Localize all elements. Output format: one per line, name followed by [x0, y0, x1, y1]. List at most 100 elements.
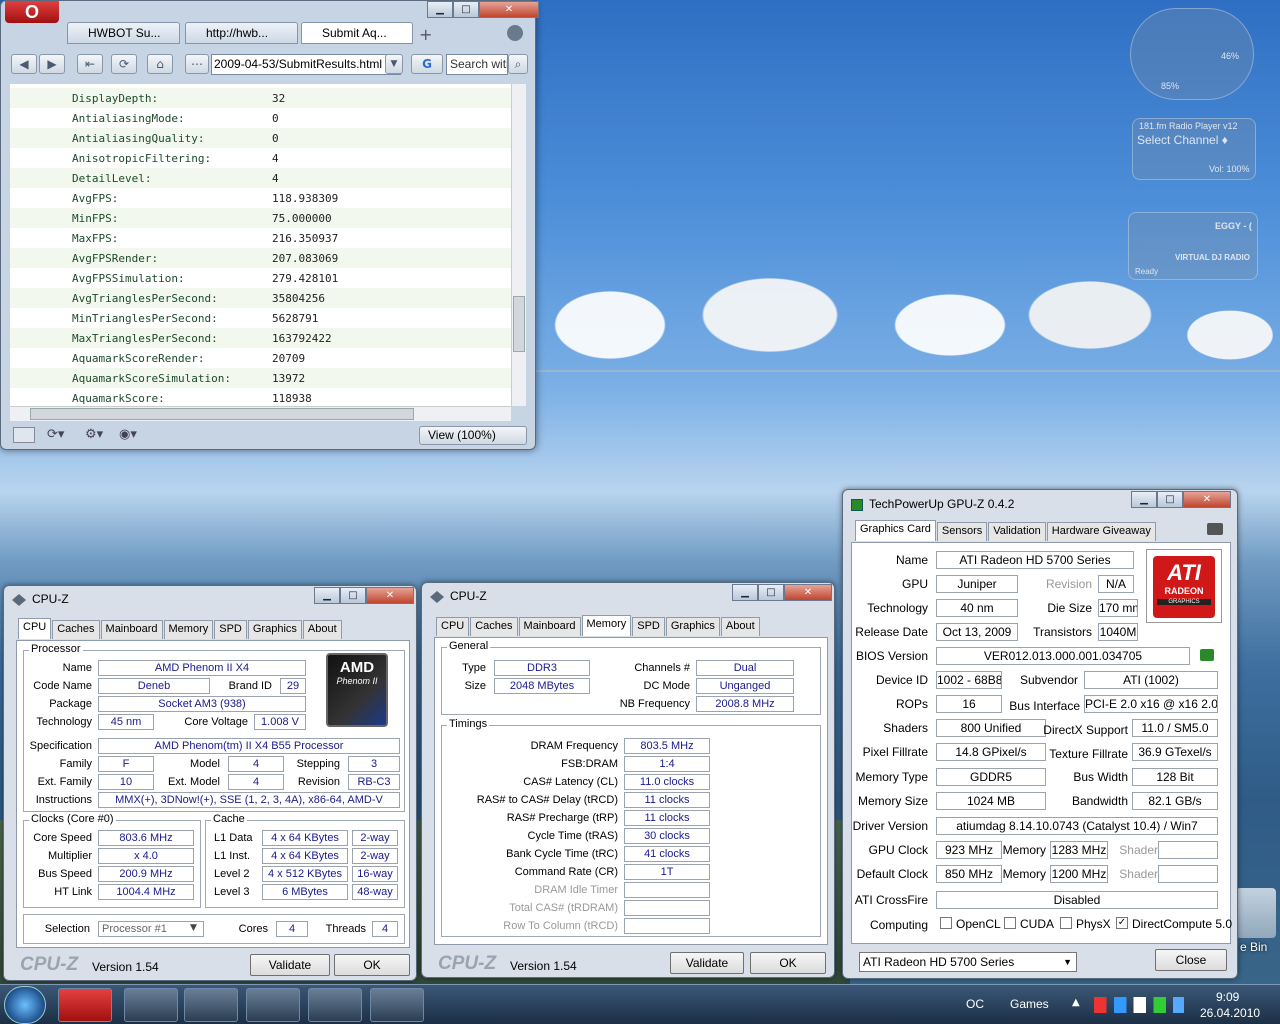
taskbar-kmplayer[interactable]	[124, 988, 178, 1022]
tray-icons[interactable]	[1094, 997, 1184, 1013]
maximize-button[interactable]: □	[453, 1, 479, 18]
chevron-down-icon[interactable]: ▼	[190, 923, 197, 933]
tab-spd[interactable]: SPD	[632, 617, 665, 636]
technology-value: 40 nm	[936, 599, 1018, 617]
close-button[interactable]: ✕	[366, 587, 414, 604]
taskbar-cpuz[interactable]	[308, 988, 362, 1022]
processor-select[interactable]: Processor #1	[98, 921, 204, 937]
scroll-thumb[interactable]	[513, 296, 525, 352]
close-button[interactable]: ✕	[479, 1, 539, 18]
unite-icon[interactable]: ⚙▾	[85, 427, 103, 442]
maximize-button[interactable]: □	[1157, 491, 1183, 508]
tab-hwbot-url[interactable]: http://hwb...	[185, 22, 298, 44]
taskbar-opera[interactable]	[58, 988, 112, 1022]
chevron-down-icon[interactable]: ▼	[1063, 953, 1072, 971]
trash-icon[interactable]	[507, 25, 523, 41]
clock-date[interactable]: 26.04.2010	[1200, 1006, 1260, 1020]
start-button[interactable]	[4, 986, 46, 1024]
tab-hardware-giveaway[interactable]: Hardware Giveaway	[1046, 522, 1156, 541]
tray-expand-icon[interactable]: ▲	[1072, 997, 1080, 1008]
minimize-button[interactable]: ▁	[314, 587, 340, 604]
validate-button[interactable]: Validate	[250, 954, 330, 976]
tab-graphics[interactable]: Graphics	[665, 617, 720, 636]
minimize-button[interactable]: ▁	[732, 584, 758, 601]
minimize-button[interactable]: ▁	[1131, 491, 1157, 508]
address-dropdown-icon[interactable]: ▼	[385, 54, 403, 74]
tab-spd[interactable]: SPD	[214, 620, 247, 639]
toolbar-oc[interactable]: OC	[966, 997, 984, 1011]
opera-menu-button[interactable]: O	[5, 1, 59, 23]
hscroll-thumb[interactable]	[30, 408, 414, 420]
maximize-button[interactable]: □	[758, 584, 784, 601]
cpuz-brand: CPU-Z	[438, 953, 497, 974]
toolbar-games[interactable]: Games	[1010, 997, 1049, 1011]
validate-button[interactable]: Validate	[670, 952, 744, 974]
radio-channel-select[interactable]: Select Channel ♦	[1137, 133, 1228, 147]
taskbar-amd-app[interactable]	[246, 988, 300, 1022]
transistors-value: 1040M	[1098, 623, 1138, 641]
taskbar-media[interactable]	[184, 988, 238, 1022]
tab-memory[interactable]: Memory	[581, 615, 632, 636]
rewind-icon[interactable]: ⇤	[77, 54, 103, 74]
reload-icon[interactable]: ⟳	[111, 54, 137, 74]
tab-validation[interactable]: Validation	[988, 522, 1046, 541]
technology-label: Technology	[867, 601, 928, 615]
directcompute-checkbox[interactable]: ✓	[1116, 917, 1128, 929]
logo-subtext: Phenom II	[336, 676, 378, 686]
horizontal-scrollbar[interactable]	[10, 406, 511, 421]
search-input[interactable]: Search with	[446, 54, 508, 75]
clock-time[interactable]: 9:09	[1216, 990, 1239, 1004]
sync-icon[interactable]: ⟳▾	[47, 427, 64, 442]
ok-button[interactable]: OK	[334, 954, 410, 976]
search-engine-icon[interactable]: G	[411, 54, 443, 74]
tab-caches[interactable]: Caches	[52, 620, 100, 639]
processor-group: Processor Name AMD Phenom II X4 Code Nam…	[23, 643, 405, 812]
tab-graphics[interactable]: Graphics	[247, 620, 302, 639]
tab-caches[interactable]: Caches	[470, 617, 518, 636]
virtualdj-gadget[interactable]: EGGY - ( VIRTUAL DJ RADIO Ready	[1128, 212, 1258, 280]
cpu-meter-gadget[interactable]: 85% 46%	[1130, 8, 1254, 100]
search-icon[interactable]: ⌕	[508, 54, 528, 74]
gpuz-window: TechPowerUp GPU-Z 0.4.2 ▁ □ ✕ Graphics C…	[842, 489, 1238, 979]
close-button[interactable]: Close	[1155, 949, 1227, 971]
tab-graphics-card[interactable]: Graphics Card	[855, 520, 936, 541]
tab-mainboard[interactable]: Mainboard	[518, 617, 581, 636]
multiplier-label: Multiplier	[47, 850, 92, 862]
physx-checkbox[interactable]	[1060, 917, 1072, 929]
opencl-checkbox[interactable]	[940, 917, 952, 929]
site-info-icon[interactable]: ⋯	[185, 54, 209, 74]
close-button[interactable]: ✕	[1183, 491, 1231, 508]
back-icon[interactable]: ◀	[11, 54, 37, 74]
timing-value	[624, 900, 710, 916]
tab-cpu[interactable]: CPU	[18, 618, 52, 639]
bios-save-icon[interactable]	[1200, 649, 1214, 661]
tab-cpu[interactable]: CPU	[436, 617, 470, 636]
home-icon[interactable]: ⌂	[147, 54, 173, 74]
vertical-scrollbar[interactable]	[511, 84, 526, 406]
tab-memory[interactable]: Memory	[163, 620, 214, 639]
zoom-button[interactable]: View (100%)	[419, 426, 527, 445]
result-value: 20709	[272, 352, 306, 365]
tab-sensors[interactable]: Sensors	[936, 522, 988, 541]
tab-about[interactable]: About	[720, 617, 760, 636]
turbo-icon[interactable]: ◉▾	[119, 427, 137, 442]
new-tab-icon[interactable]: +	[419, 25, 432, 44]
gpu-select[interactable]: ATI Radeon HD 5700 Series ▼	[859, 952, 1077, 972]
close-button[interactable]: ✕	[784, 584, 832, 601]
camera-icon[interactable]	[1207, 523, 1223, 535]
radio-gadget[interactable]: 181.fm Radio Player v12 Select Channel ♦…	[1132, 118, 1256, 180]
address-field[interactable]: 2009-04-53/SubmitResults.html	[211, 54, 401, 75]
cuda-checkbox[interactable]	[1004, 917, 1016, 929]
tab-mainboard[interactable]: Mainboard	[100, 620, 163, 639]
minimize-button[interactable]: ▁	[427, 1, 453, 18]
tab-hwbot[interactable]: HWBOT Su...	[67, 22, 180, 44]
forward-icon[interactable]: ▶	[39, 54, 65, 74]
ok-button[interactable]: OK	[750, 952, 826, 974]
recycle-bin-icon[interactable]	[1236, 888, 1276, 938]
tab-submit[interactable]: Submit Aq...	[301, 22, 413, 44]
maximize-button[interactable]: □	[340, 587, 366, 604]
bandwidth-label: Bandwidth	[1071, 794, 1128, 808]
tab-about[interactable]: About	[302, 620, 342, 639]
taskbar-gpuz[interactable]	[370, 988, 424, 1022]
panel-toggle-icon[interactable]	[13, 427, 35, 443]
